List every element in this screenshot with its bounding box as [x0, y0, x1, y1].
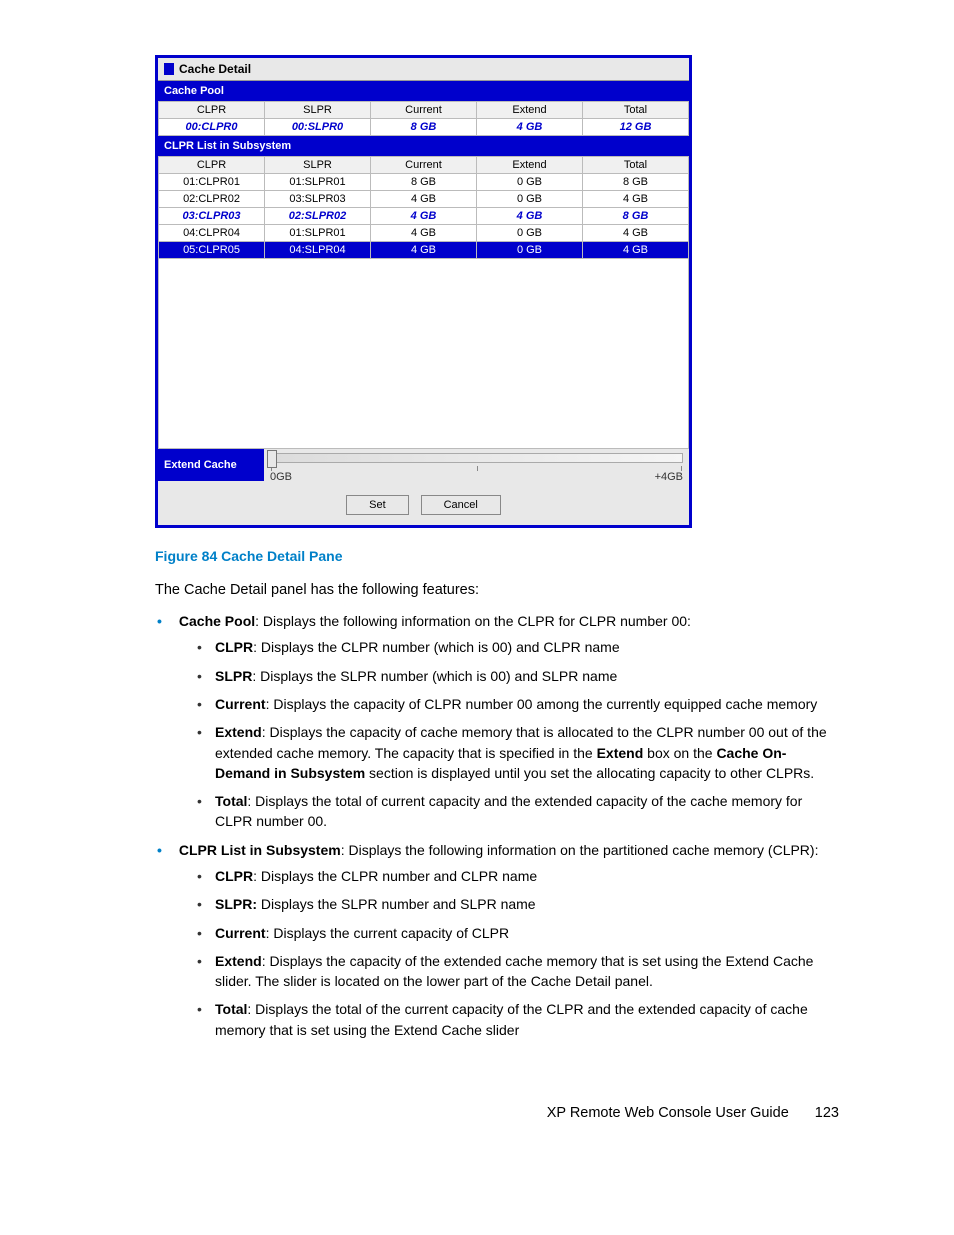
intro-text: The Cache Detail panel has the following…: [155, 580, 839, 601]
clpr-list-table: CLPR SLPR Current Extend Total 01:CLPR01…: [158, 156, 689, 259]
panel-title: Cache Detail: [179, 62, 251, 76]
clpr-list-header: CLPR List in Subsystem: [158, 136, 689, 156]
panel-title-bar: Cache Detail: [158, 58, 689, 81]
list-item: CLPR: Displays the CLPR number (which is…: [215, 637, 839, 657]
page-number: 123: [815, 1105, 839, 1121]
page-footer: XP Remote Web Console User Guide 123: [155, 1105, 839, 1121]
list-item: Extend: Displays the capacity of cache m…: [215, 722, 839, 783]
table-row[interactable]: 00:CLPR0 00:SLPR0 8 GB 4 GB 12 GB: [159, 119, 689, 136]
cache-detail-panel: Cache Detail Cache Pool CLPR SLPR Curren…: [155, 55, 692, 528]
empty-list-area: [158, 259, 689, 449]
list-item: CLPR List in Subsystem: Displays the fol…: [175, 840, 839, 1040]
button-row: Set Cancel: [158, 485, 689, 525]
extend-cache-row: Extend Cache 0GB +4GB: [158, 449, 689, 485]
list-item: Total: Displays the total of the current…: [215, 999, 839, 1040]
feature-list: Cache Pool: Displays the following infor…: [155, 611, 839, 1040]
table-row[interactable]: 04:CLPR04 01:SLPR01 4 GB 0 GB 4 GB: [159, 225, 689, 242]
table-row[interactable]: 03:CLPR03 02:SLPR02 4 GB 4 GB 8 GB: [159, 208, 689, 225]
list-item: Extend: Displays the capacity of the ext…: [215, 951, 839, 992]
table-row[interactable]: 02:CLPR02 03:SLPR03 4 GB 0 GB 4 GB: [159, 191, 689, 208]
cache-pool-header: Cache Pool: [158, 81, 689, 101]
list-item: Current: Displays the current capacity o…: [215, 923, 839, 943]
list-item: SLPR: Displays the SLPR number (which is…: [215, 666, 839, 686]
slider-thumb-icon[interactable]: [267, 450, 277, 468]
title-marker-icon: [164, 63, 174, 75]
list-item: Total: Displays the total of current cap…: [215, 791, 839, 832]
set-button[interactable]: Set: [346, 495, 409, 515]
table-row[interactable]: 01:CLPR01 01:SLPR01 8 GB 0 GB 8 GB: [159, 174, 689, 191]
list-item: Current: Displays the capacity of CLPR n…: [215, 694, 839, 714]
table-row-selected[interactable]: 05:CLPR05 04:SLPR04 4 GB 0 GB 4 GB: [159, 242, 689, 259]
col-slpr: SLPR: [265, 102, 371, 119]
slider-max: +4GB: [655, 471, 683, 483]
list-item: CLPR: Displays the CLPR number and CLPR …: [215, 866, 839, 886]
list-item: SLPR: Displays the SLPR number and SLPR …: [215, 894, 839, 914]
slider-min: 0GB: [270, 471, 292, 483]
figure-caption: Figure 84 Cache Detail Pane: [155, 548, 839, 564]
col-clpr: CLPR: [159, 102, 265, 119]
extend-cache-label: Extend Cache: [158, 449, 264, 481]
footer-title: XP Remote Web Console User Guide: [547, 1105, 789, 1121]
col-total: Total: [583, 102, 689, 119]
col-extend: Extend: [477, 102, 583, 119]
cache-pool-table: CLPR SLPR Current Extend Total 00:CLPR0 …: [158, 101, 689, 136]
col-current: Current: [371, 102, 477, 119]
cancel-button[interactable]: Cancel: [421, 495, 501, 515]
list-item: Cache Pool: Displays the following infor…: [175, 611, 839, 832]
extend-cache-slider[interactable]: 0GB +4GB: [264, 449, 689, 485]
